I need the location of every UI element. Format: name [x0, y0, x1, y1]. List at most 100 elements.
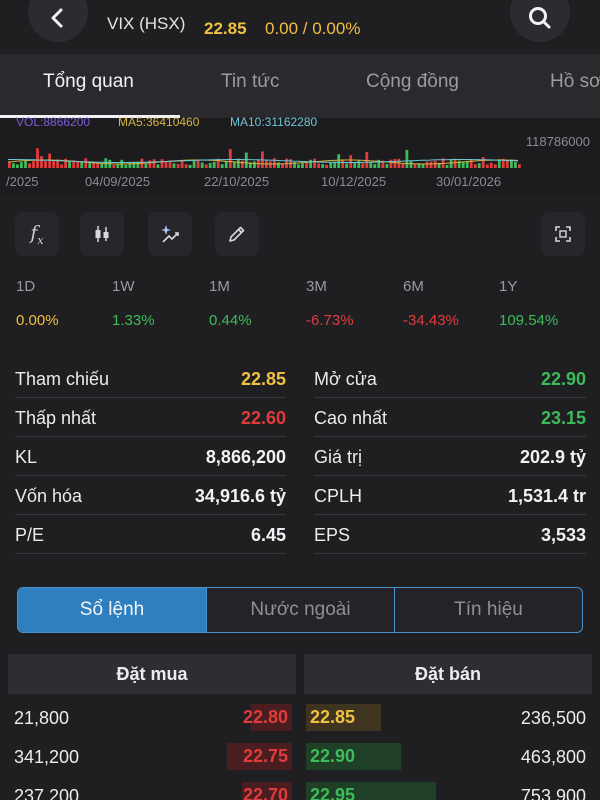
- volume-bar: [461, 162, 465, 168]
- volume-bar: [313, 158, 316, 168]
- stat-label: Tham chiếu: [15, 369, 110, 389]
- bid-row[interactable]: 237,200 22.70: [8, 776, 296, 800]
- search-button[interactable]: [510, 0, 570, 42]
- volume-bar: [329, 162, 333, 168]
- ask-row[interactable]: 22.85 236,500: [304, 698, 592, 737]
- volume-bar: [112, 164, 116, 168]
- ask-row[interactable]: 22.95 753,900: [304, 776, 592, 800]
- volume-bar: [477, 163, 481, 168]
- volume-bar: [301, 163, 304, 168]
- bid-row[interactable]: 341,200 22.75: [8, 737, 296, 776]
- volume-bar: [353, 162, 357, 168]
- back-button[interactable]: [28, 0, 88, 42]
- perf-value: -6.73%: [306, 312, 354, 329]
- volume-bar: [180, 160, 184, 168]
- segment-signals[interactable]: Tín hiệu: [395, 588, 582, 632]
- perf-value: 1.33%: [112, 312, 155, 329]
- stat-low: Thấp nhất 22.60: [15, 398, 286, 437]
- candlestick-icon: [95, 226, 109, 242]
- volume-bar: [152, 159, 156, 168]
- volume-bar: [449, 159, 453, 168]
- volume-bar: [8, 161, 11, 168]
- stat-value: 3,533: [540, 525, 586, 545]
- date-label: 22/10/2025: [204, 174, 270, 189]
- perf-period[interactable]: 1Y: [499, 278, 517, 295]
- perf-period[interactable]: 1W: [112, 278, 135, 295]
- ask-row[interactable]: 22.90 463,800: [304, 737, 592, 776]
- volume-bar: [60, 164, 63, 168]
- search-icon: [529, 7, 551, 29]
- volume-bar: [445, 165, 449, 168]
- volume-bar: [80, 162, 84, 168]
- segment-foreign[interactable]: Nước ngoài: [207, 588, 394, 632]
- date-label: 30/01/2026: [436, 174, 502, 189]
- volume-bar: [208, 162, 212, 168]
- ai-analysis-button[interactable]: [148, 212, 192, 256]
- ask-price[interactable]: 22.90: [306, 743, 401, 770]
- candlestick-button[interactable]: [80, 212, 124, 256]
- stat-label: CPLH: [314, 486, 363, 506]
- volume-bar: [453, 158, 457, 168]
- volume-bar: [52, 161, 55, 168]
- draw-button[interactable]: [215, 212, 259, 256]
- volume-bar: [40, 156, 43, 168]
- ma5-label: MA5:36410460: [118, 115, 200, 129]
- bid-volume: 237,200: [14, 786, 80, 800]
- header: VIX (HSX) 22.85 0.00 / 0.00%: [0, 0, 600, 54]
- tab-profile[interactable]: Hồ sơ: [550, 71, 600, 93]
- volume-bar: [393, 159, 397, 168]
- perf-period[interactable]: 1D: [16, 278, 35, 295]
- volume-bar: [172, 163, 176, 168]
- perf-period[interactable]: 1M: [209, 278, 230, 295]
- perf-value: -34.43%: [403, 312, 459, 329]
- volume-bar: [236, 158, 240, 168]
- stat-label: Vốn hóa: [15, 486, 83, 506]
- volume-chart[interactable]: VOL:8866200 MA5:36410460 MA10:31162280 1…: [0, 115, 600, 196]
- volume-bar: [345, 163, 349, 168]
- indicator-button[interactable]: fx: [15, 212, 59, 256]
- stat-value-traded: Giá trị 202.9 tỷ: [314, 437, 586, 476]
- stat-eps: EPS 3,533: [314, 515, 586, 554]
- tab-overview[interactable]: Tổng quan: [43, 71, 134, 93]
- tab-community[interactable]: Cộng đồng: [366, 71, 459, 93]
- stock-symbol: VIX (HSX): [107, 14, 186, 33]
- stat-value: 1,531.4 tr: [507, 486, 586, 506]
- volume-bar: [68, 160, 71, 168]
- volume-bar: [16, 164, 19, 168]
- stat-volume: KL 8,866,200: [15, 437, 286, 476]
- volume-bar: [305, 162, 308, 168]
- volume-bar: [361, 163, 365, 168]
- volume-bar: [357, 160, 361, 168]
- ask-price[interactable]: 22.85: [306, 704, 381, 731]
- stat-open: Mở cửa 22.90: [314, 359, 586, 398]
- volume-bar: [228, 149, 232, 168]
- volume-bar: [32, 161, 35, 168]
- date-label: 04/09/2025: [85, 174, 151, 189]
- perf-period[interactable]: 3M: [306, 278, 327, 295]
- segment-order-book[interactable]: Sổ lệnh: [18, 588, 206, 632]
- main-tabs: Tổng quan Tin tức Cộng đồng Hồ sơ: [0, 54, 600, 118]
- volume-bar: [148, 160, 152, 168]
- sparkle-chart-icon: [161, 225, 179, 243]
- ask-price[interactable]: 22.95: [306, 782, 436, 800]
- stat-label: Giá trị: [314, 447, 363, 467]
- stat-value: 22.85: [240, 369, 286, 389]
- perf-period[interactable]: 6M: [403, 278, 424, 295]
- volume-bar: [365, 151, 369, 168]
- fullscreen-button[interactable]: [541, 212, 585, 256]
- volume-bar: [373, 164, 377, 168]
- volume-bar: [20, 162, 23, 168]
- bid-row[interactable]: 21,800 22.80: [8, 698, 296, 737]
- volume-bar: [164, 161, 168, 168]
- volume-bar: [309, 159, 312, 168]
- volume-bar: [429, 161, 433, 168]
- tab-news[interactable]: Tin tức: [221, 71, 279, 93]
- volume-bar: [409, 161, 413, 168]
- volume-bar: [481, 157, 485, 168]
- volume-bar: [36, 148, 39, 168]
- bid-price[interactable]: 22.70: [242, 782, 292, 800]
- bid-price[interactable]: 22.75: [227, 743, 292, 770]
- volume-bar: [493, 164, 497, 168]
- bid-price[interactable]: 22.80: [243, 704, 292, 731]
- stat-label: P/E: [15, 525, 45, 545]
